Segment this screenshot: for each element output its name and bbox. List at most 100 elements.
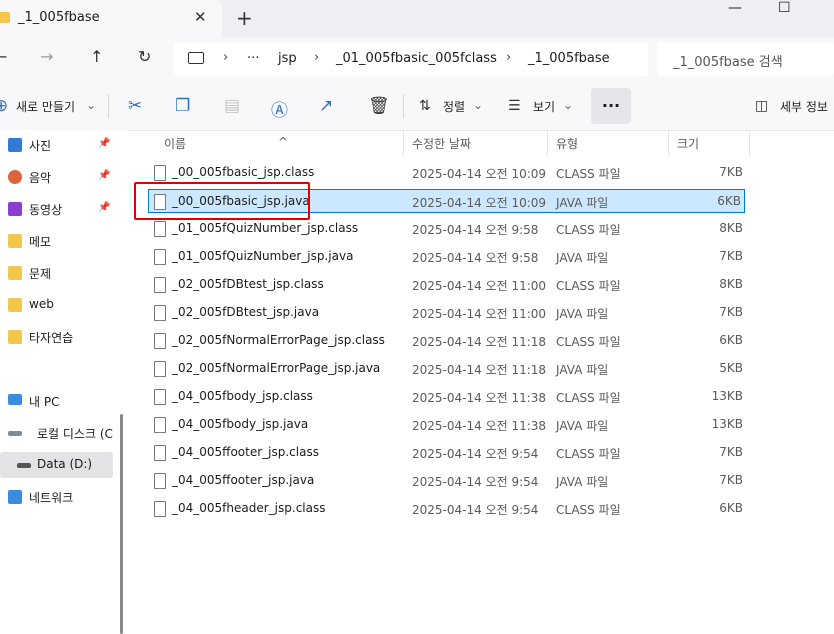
view-button[interactable]: 보기 [533,98,555,115]
paste-icon[interactable]: ▤ [224,96,240,116]
table-row[interactable]: _02_005fNormalErrorPage_jsp.java 2025-04… [131,356,747,382]
file-date: 2025-04-14 오전 9:54 [412,503,539,517]
delete-icon[interactable]: 🗑 [368,96,390,116]
more-options-button[interactable]: ··· [591,88,631,124]
sidebar-item-music[interactable]: 음악 📌 [0,164,113,190]
sidebar-item-typing[interactable]: 타자연습 [0,324,113,350]
file-name: _04_005fbody_jsp.java [172,417,309,431]
sidebar-item-label: 네트워크 [29,491,74,505]
column-divider[interactable] [749,130,750,156]
sort-button[interactable]: 정렬 [443,98,465,115]
sidebar-item-label: 사진 [29,139,52,153]
search-input[interactable]: _1_005fbase 검색 [657,42,834,76]
minimize-button[interactable]: — [728,0,742,16]
drive-icon [17,463,31,468]
file-icon [154,501,166,517]
copy-icon[interactable]: ❐ [175,96,190,116]
highlight-annotation-box [134,182,310,220]
sidebar-item-local-disk[interactable]: 로컬 디스크 (C [0,420,113,446]
file-name: _04_005ffooter_jsp.class [172,445,319,459]
file-type: CLASS 파일 [556,447,621,461]
file-size: 13KB [711,417,743,431]
sidebar-item-web[interactable]: web [0,292,113,318]
sidebar-scrollbar[interactable] [120,414,123,634]
file-name: _02_005fDBtest_jsp.java [172,305,320,319]
back-button[interactable]: ← [0,47,7,66]
table-row[interactable]: _04_005ffooter_jsp.class 2025-04-14 오전 9… [131,440,747,466]
sidebar-item-data-drive[interactable]: Data (D:) [0,452,113,478]
refresh-button[interactable]: ↻ [138,47,151,66]
drive-icon [8,431,22,436]
close-tab-icon[interactable]: ✕ [194,8,207,26]
file-date: 2025-04-14 오전 9:54 [412,475,539,489]
folder-icon [8,234,22,248]
video-icon [8,202,22,216]
sidebar-item-this-pc[interactable]: 내 PC [0,388,113,414]
pin-icon: 📌 [98,138,111,149]
command-bar: ⊕ 새로 만들기 ⌄ ✂ ❐ ▤ Ⓐ ↗ 🗑 ⇅ 정렬 ⌄ ☰ 보기 ⌄ ···… [0,82,834,131]
sidebar-item-problems[interactable]: 문제 [0,260,113,286]
table-row[interactable]: _04_005fbody_jsp.java 2025-04-14 오전 11:3… [131,412,747,438]
sidebar-item-network[interactable]: 네트워크 [0,484,113,510]
new-tab-button[interactable]: + [236,6,253,30]
share-icon[interactable]: ↗ [319,96,333,116]
column-header-date[interactable]: 수정한 날짜 [412,135,471,152]
file-type: JAVA 파일 [556,307,609,321]
table-row[interactable]: _04_005fheader_jsp.class 2025-04-14 오전 9… [131,496,747,522]
rename-icon[interactable]: Ⓐ [271,96,288,121]
search-placeholder: _1_005fbase 검색 [673,55,783,70]
breadcrumb-current[interactable]: _1_005fbase [528,51,610,66]
sidebar-item-photos[interactable]: 사진 📌 [0,132,113,158]
file-name: _02_005fDBtest_jsp.class [172,277,324,291]
file-icon [154,417,166,433]
details-button[interactable]: 세부 정보 [780,98,828,115]
file-date: 2025-04-14 오전 11:00 [412,279,547,293]
breadcrumb-more[interactable]: ··· [247,51,259,66]
column-divider[interactable] [668,130,669,156]
new-button[interactable]: 새로 만들기 [16,98,75,115]
file-type: CLASS 파일 [556,167,621,181]
table-row[interactable]: _01_005fQuizNumber_jsp.java 2025-04-14 오… [131,244,747,270]
breadcrumb-separator: › [314,50,320,65]
up-button[interactable]: ↑ [90,47,103,66]
file-name: _02_005fNormalErrorPage_jsp.class [172,333,385,347]
breadcrumb-jsp[interactable]: jsp [278,51,297,66]
address-field[interactable]: › ··· jsp › _01_005fbasic_005fclass › _1… [174,42,648,76]
sidebar-item-memo[interactable]: 메모 [0,228,113,254]
table-row[interactable]: _02_005fDBtest_jsp.java 2025-04-14 오전 11… [131,300,747,326]
folder-icon [8,330,22,344]
file-date: 2025-04-14 오전 11:00 [412,307,547,321]
column-header-size[interactable]: 크기 [677,135,699,152]
cut-icon[interactable]: ✂ [128,96,142,116]
column-header-type[interactable]: 유형 [556,135,578,152]
file-icon [154,445,166,461]
file-icon [154,333,166,349]
pc-icon [8,394,22,405]
table-row[interactable]: _02_005fDBtest_jsp.class 2025-04-14 오전 1… [131,272,747,298]
column-divider[interactable] [403,130,404,156]
file-type: JAVA 파일 [556,196,609,210]
file-type: CLASS 파일 [556,335,621,349]
breadcrumb-class-folder[interactable]: _01_005fbasic_005fclass [336,51,497,66]
sidebar-item-videos[interactable]: 동영상 📌 [0,196,113,222]
file-name: _04_005ffooter_jsp.java [172,473,315,487]
column-header-name[interactable]: 이름 [164,135,186,152]
file-icon [154,249,166,265]
file-date: 2025-04-14 오전 9:58 [412,223,539,237]
file-icon [154,389,166,405]
tab-current[interactable]: _1_005fbase ✕ [0,0,222,38]
file-date: 2025-04-14 오전 10:09 [412,196,547,210]
file-date: 2025-04-14 오전 9:54 [412,447,539,461]
column-divider[interactable] [547,130,548,156]
maximize-button[interactable]: ☐ [778,0,791,16]
sidebar-item-label: 음악 [29,171,52,185]
forward-button[interactable]: → [40,47,53,66]
pin-icon: 📌 [98,202,111,213]
details-pane-icon: ◫ [755,98,769,114]
table-row[interactable]: _02_005fNormalErrorPage_jsp.class 2025-0… [131,328,747,354]
breadcrumb-separator: › [506,50,512,65]
file-name: _00_005fbasic_jsp.class [172,165,315,179]
table-row[interactable]: _04_005ffooter_jsp.java 2025-04-14 오전 9:… [131,468,747,494]
file-type: CLASS 파일 [556,503,621,517]
table-row[interactable]: _04_005fbody_jsp.class 2025-04-14 오전 11:… [131,384,747,410]
